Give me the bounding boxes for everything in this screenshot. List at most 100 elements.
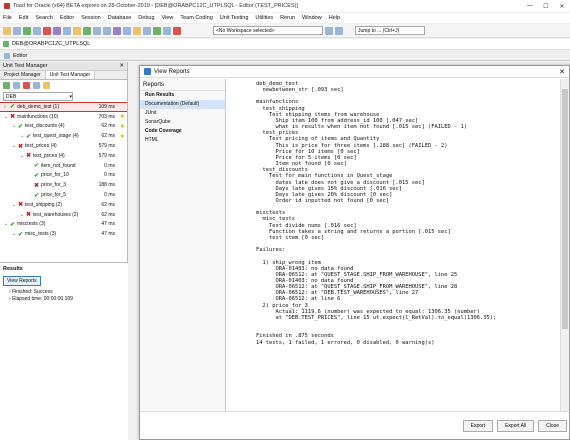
menu-bar: File Edit Search Editor Session Database Debug… <box>0 13 570 23</box>
tree-item-label: test_discounts (4) <box>25 123 65 130</box>
commit-icon[interactable] <box>83 26 91 35</box>
editor-bar: Editor <box>0 51 570 61</box>
menu-item-session[interactable]: Session <box>81 15 101 21</box>
menu-item-help[interactable]: Help <box>329 15 340 21</box>
reports-list: Reports Run Results Documentation (Defaul… <box>140 79 226 411</box>
workspace-icon[interactable] <box>325 26 333 35</box>
reports-header: Reports <box>140 79 225 91</box>
view-reports-button[interactable]: View Reports <box>3 276 41 286</box>
tab-unit-test-manager[interactable]: Unit Test Manager <box>45 71 96 79</box>
dialog-titlebar: View Reports ✕ <box>140 66 569 78</box>
menu-item-team-coding[interactable]: Team Coding <box>180 15 212 21</box>
refresh-icon[interactable] <box>13 82 20 89</box>
stop-tests-icon[interactable] <box>23 82 30 89</box>
menu-item-view[interactable]: View <box>162 15 174 21</box>
menu-item-utilities[interactable]: Utilities <box>255 15 273 21</box>
stop-icon[interactable] <box>43 26 51 35</box>
connection-tab[interactable]: DEB@ORABPC12C_UTPLSQL <box>12 41 90 47</box>
options-icon[interactable] <box>133 26 141 35</box>
report-item-documentation-default[interactable]: Documentation (Default) <box>140 100 225 109</box>
close-icon[interactable]: ✕ <box>554 3 570 10</box>
tree-item-label: misctests (3) <box>17 221 46 228</box>
scrollbar-thumb[interactable] <box>562 89 568 329</box>
panel-close-icon[interactable]: ✕ <box>119 63 124 69</box>
export-button[interactable]: Export <box>462 419 494 432</box>
menu-item-search[interactable]: Search <box>35 15 52 21</box>
report-item-html[interactable]: HTML <box>140 136 225 145</box>
tree-item-time: 703 ms <box>98 113 115 120</box>
tree-item[interactable]: ⌄ ✔ test_discounts (4) 62 ms ★ <box>0 122 127 132</box>
report-icon[interactable] <box>123 26 131 35</box>
tree-item[interactable]: ✔ price_for_10 0 ms <box>0 171 127 181</box>
panel-title: Unit Test Manager <box>3 63 48 69</box>
export-all-button[interactable]: Export All <box>497 419 535 432</box>
report-item-junit[interactable]: JUnit <box>140 109 225 118</box>
tree-item[interactable]: ✔ item_not_found 0 ms <box>0 161 127 171</box>
star-icon[interactable]: ★ <box>120 123 125 130</box>
open-icon[interactable] <box>3 26 11 35</box>
minimize-icon[interactable]: — <box>522 3 538 10</box>
tree-item[interactable]: ⌄ ✖ mainfunctions (10) 703 ms ★ <box>0 112 127 122</box>
editor-label[interactable]: Editor <box>13 53 27 59</box>
jump-to-field[interactable]: Jump to ... (Ctrl+J) <box>355 26 425 35</box>
scrollbar[interactable] <box>560 79 569 411</box>
team-coding-icon[interactable] <box>153 26 161 35</box>
tree-item[interactable]: ⌄ ✔ test_quest_stage (4) 62 ms ★ <box>0 131 127 141</box>
check-icon: ✔ <box>34 192 40 199</box>
menu-item-debug[interactable]: Debug <box>138 15 154 21</box>
tools-icon[interactable] <box>103 26 111 35</box>
run-icon[interactable] <box>23 26 31 35</box>
cross-icon: ✖ <box>18 143 24 150</box>
report-item-sonarqube[interactable]: SonarQube <box>140 118 225 127</box>
tree-item[interactable]: ✔ price_for_5 0 ms <box>0 190 127 200</box>
tree-item[interactable]: ⌄ ✖ test_prices (4) 579 ms <box>0 151 127 161</box>
tree-item[interactable]: › ✔ deb_demo_test (1) 109 ms <box>0 102 127 112</box>
star-icon[interactable]: ★ <box>120 113 125 120</box>
help-icon[interactable] <box>143 26 151 35</box>
star-icon[interactable]: ★ <box>120 133 125 140</box>
schema-select[interactable]: DEB ▾ <box>3 92 73 101</box>
menu-item-unit-testing[interactable]: Unit Testing <box>220 15 249 21</box>
filter-icon[interactable] <box>33 82 40 89</box>
window-controls: — ☐ ✕ <box>522 3 570 10</box>
menu-item-file[interactable]: File <box>3 15 12 21</box>
schema-browser-icon[interactable] <box>53 26 61 35</box>
tab-project-manager[interactable]: Project Manager <box>0 71 46 79</box>
tree-item[interactable]: ⌄ ✔ misc_tests (3) 47 ms <box>0 229 127 239</box>
menu-item-editor[interactable]: Editor <box>60 15 74 21</box>
tree-item[interactable]: ✖ price_for_3 188 ms <box>0 180 127 190</box>
save-icon[interactable] <box>13 26 21 35</box>
nav-icon[interactable] <box>335 26 343 35</box>
check-icon: ✔ <box>34 163 40 170</box>
check-icon: ✔ <box>26 133 32 140</box>
maximize-icon[interactable]: ☐ <box>538 3 554 10</box>
automation-icon[interactable] <box>163 26 171 35</box>
close-button[interactable]: Close <box>538 419 567 432</box>
tree-item[interactable]: ⌄ ✖ test_warehouses (2) 62 ms <box>0 210 127 220</box>
workspace-select[interactable]: <No Workspace selected> <box>213 26 323 35</box>
report-content: deb_demo_test newbetween_str [.093 sec] … <box>228 79 558 411</box>
tree-item[interactable]: ⌄ ✖ test_prices (4) 579 ms <box>0 141 127 151</box>
session-icon[interactable] <box>63 26 71 35</box>
debug-icon[interactable] <box>113 26 121 35</box>
tree-item-time: 0 ms <box>104 172 115 179</box>
check-icon: ✔ <box>18 123 24 130</box>
favorites-icon[interactable] <box>43 82 50 89</box>
tree-item-label: deb_demo_test (1) <box>17 103 60 110</box>
window-title: Toad for Oracle (x64) BETA expires on 28… <box>13 3 298 9</box>
close-icon[interactable]: ✕ <box>555 68 569 76</box>
menu-item-rerun[interactable]: Rerun <box>280 15 295 21</box>
menu-item-edit[interactable]: Edit <box>19 15 28 21</box>
rollback-icon[interactable] <box>93 26 101 35</box>
folder-icon[interactable] <box>73 26 81 35</box>
editor-icon[interactable] <box>33 26 41 35</box>
alert-icon[interactable] <box>173 26 181 35</box>
run-all-icon[interactable] <box>3 82 10 89</box>
view-reports-dialog: View Reports ✕ Reports Run Results Docume… <box>139 65 570 440</box>
cross-icon: ✖ <box>26 153 32 160</box>
tree-item[interactable]: ⌄ ✖ test_shipping (2) 62 ms <box>0 200 127 210</box>
menu-item-database[interactable]: Database <box>108 15 132 21</box>
menu-item-window[interactable]: Window <box>302 15 322 21</box>
tree-item[interactable]: ⌄ ✔ misctests (3) 47 ms <box>0 220 127 230</box>
tree-item-time: 47 ms <box>101 221 115 228</box>
